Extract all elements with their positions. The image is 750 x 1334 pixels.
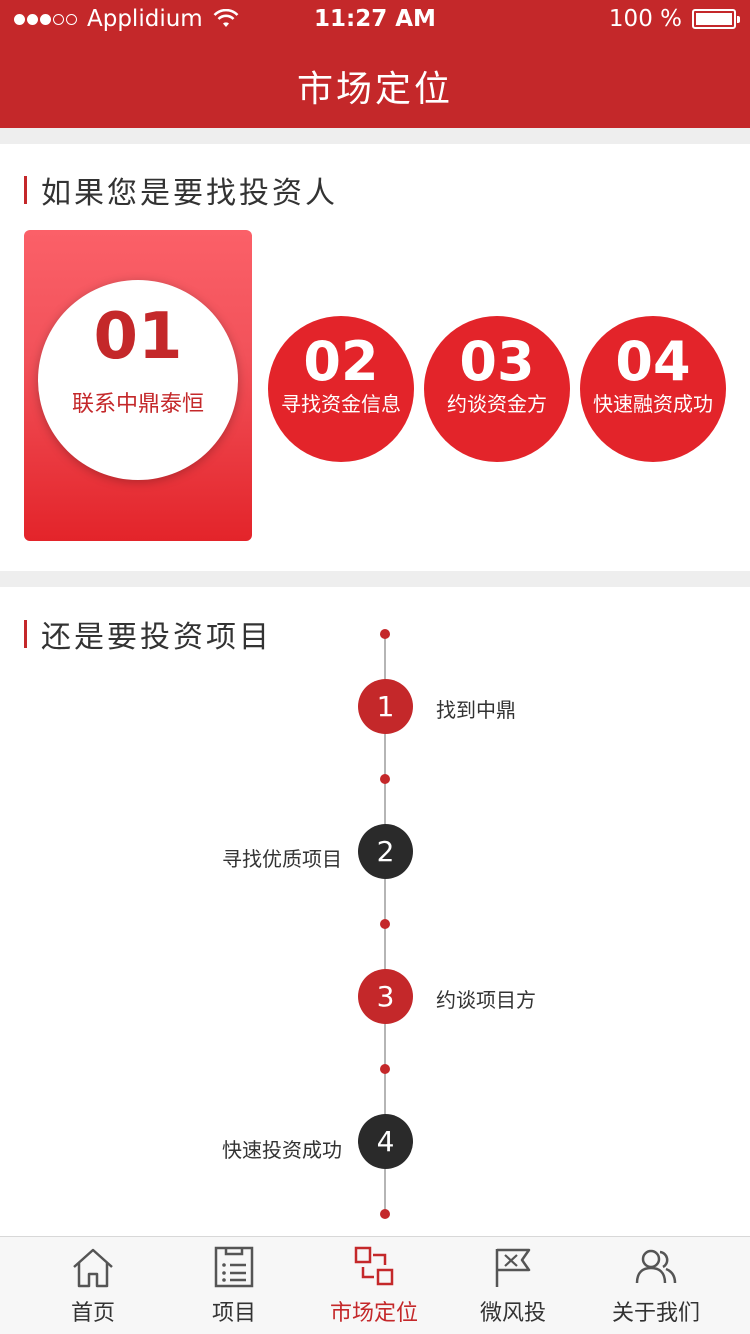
people-icon (635, 1249, 677, 1284)
market-position-icon (354, 1246, 394, 1286)
timeline-dot (380, 1209, 390, 1219)
battery-percent: 100 % (608, 6, 682, 32)
tab-label: 微风投 (479, 1301, 546, 1326)
project-section-heading: 还是要投资项目 (24, 612, 272, 656)
section-divider (0, 128, 750, 144)
heading-accent-bar (24, 620, 27, 648)
step-label: 约谈资金方 (447, 392, 547, 416)
step-number: 03 (459, 330, 535, 393)
heading-accent-bar (24, 176, 27, 204)
step-number: 04 (615, 330, 691, 393)
timeline-label-3: 约谈项目方 (436, 988, 536, 1012)
step-number: 01 (93, 300, 183, 374)
timeline-dot (380, 629, 390, 639)
step-circle-04[interactable]: 04 快速融资成功 (580, 316, 726, 462)
timeline-dot (380, 1064, 390, 1074)
tab-home[interactable]: 首页 (18, 1237, 168, 1334)
tab-about-us[interactable]: 关于我们 (581, 1237, 731, 1334)
battery-icon (692, 9, 740, 29)
timeline-label-2: 寻找优质项目 (222, 847, 342, 871)
section-divider (0, 571, 750, 587)
tab-label: 首页 (70, 1301, 115, 1326)
step-circle-03[interactable]: 03 约谈资金方 (424, 316, 570, 462)
tab-label: 市场定位 (329, 1301, 418, 1326)
timeline-label-4: 快速投资成功 (222, 1138, 342, 1162)
timeline-node-3: 3 (358, 969, 413, 1024)
step-circle-02[interactable]: 02 寻找资金信息 (268, 316, 414, 462)
step-label: 寻找资金信息 (281, 392, 401, 416)
app-header: Applidium 11:27 AM 100 % 市场定位 (0, 0, 750, 128)
step-label: 快速融资成功 (593, 392, 713, 416)
battery-status: 100 % (608, 6, 740, 32)
page-title: 市场定位 (296, 69, 453, 110)
project-section-title: 还是要投资项目 (41, 620, 272, 655)
flag-icon (495, 1248, 531, 1287)
tab-label: 项目 (211, 1301, 256, 1326)
timeline-label-1: 找到中鼎 (436, 698, 516, 722)
step-label: 联系中鼎泰恒 (71, 392, 204, 417)
timeline-dot (380, 774, 390, 784)
home-icon (73, 1248, 113, 1288)
timeline-node-4: 4 (358, 1114, 413, 1169)
list-document-icon (214, 1246, 254, 1288)
status-bar: Applidium 11:27 AM 100 % (0, 0, 750, 40)
investor-section-heading: 如果您是要找投资人 (24, 168, 338, 212)
timeline-node-1: 1 (358, 679, 413, 734)
step-card-01[interactable]: 01 联系中鼎泰恒 (24, 230, 252, 541)
step-circle-01: 01 联系中鼎泰恒 (38, 280, 238, 480)
tab-bar: 首页 项目 市场定位 微风投 关于我们 (0, 1236, 750, 1334)
tab-venture[interactable]: 微风投 (438, 1237, 588, 1334)
tab-market-position[interactable]: 市场定位 (299, 1237, 449, 1334)
tab-label: 关于我们 (611, 1301, 700, 1326)
tab-projects[interactable]: 项目 (159, 1237, 309, 1334)
step-number: 02 (303, 330, 379, 393)
investor-section-title: 如果您是要找投资人 (41, 176, 338, 211)
timeline-node-2: 2 (358, 824, 413, 879)
timeline-dot (380, 919, 390, 929)
